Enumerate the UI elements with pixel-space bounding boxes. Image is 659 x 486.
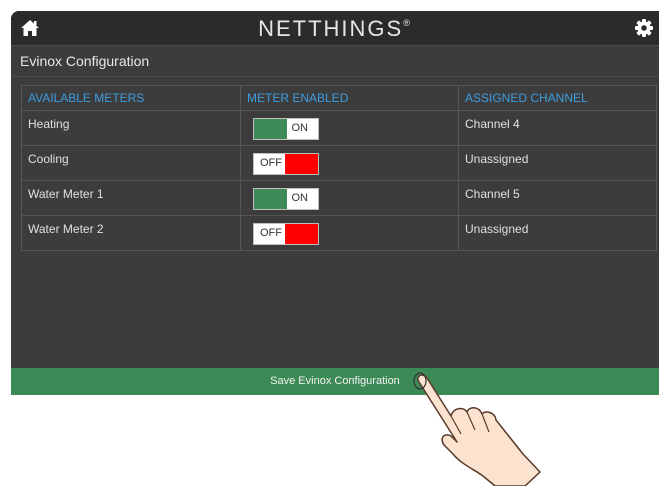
- meter-name: Heating: [21, 110, 241, 146]
- meters-table: AVAILABLE METERS METER ENABLED ASSIGNED …: [21, 85, 657, 251]
- toggle-label: ON: [291, 192, 309, 204]
- pointing-hand-icon: [413, 372, 541, 486]
- top-bar: NETTHINGS®: [11, 11, 659, 46]
- column-header-enabled: METER ENABLED: [240, 85, 459, 111]
- toggle-label: ON: [291, 122, 309, 134]
- meter-enabled-cell: OFF: [240, 145, 459, 181]
- toggle-label: OFF: [260, 157, 282, 169]
- meter-enabled-cell: ON: [240, 110, 459, 146]
- table-header-row: AVAILABLE METERS METER ENABLED ASSIGNED …: [21, 85, 657, 111]
- assigned-channel[interactable]: Unassigned: [458, 215, 657, 251]
- meter-toggle[interactable]: OFF: [253, 153, 319, 175]
- column-header-channel: ASSIGNED CHANNEL: [458, 85, 657, 111]
- toggle-fill: [285, 154, 318, 174]
- assigned-channel[interactable]: Channel 4: [458, 110, 657, 146]
- meter-name: Water Meter 1: [21, 180, 241, 216]
- brand-logo: NETTHINGS®: [11, 16, 659, 42]
- table-row: Water Meter 2 OFF Unassigned: [21, 215, 657, 251]
- gear-icon[interactable]: [633, 17, 655, 39]
- save-configuration-button[interactable]: Save Evinox Configuration: [11, 368, 659, 395]
- meter-name: Cooling: [21, 145, 241, 181]
- section-title: Evinox Configuration: [11, 46, 659, 77]
- table-row: Water Meter 1 ON Channel 5: [21, 180, 657, 216]
- assigned-channel[interactable]: Unassigned: [458, 145, 657, 181]
- meter-enabled-cell: ON: [240, 180, 459, 216]
- meter-toggle[interactable]: OFF: [253, 223, 319, 245]
- toggle-fill: [254, 119, 287, 139]
- toggle-fill: [254, 189, 287, 209]
- toggle-label: OFF: [260, 227, 282, 239]
- table-row: Cooling OFF Unassigned: [21, 145, 657, 181]
- column-header-meters: AVAILABLE METERS: [21, 85, 241, 111]
- logo-text: NETTHINGS: [258, 16, 404, 41]
- table-row: Heating ON Channel 4: [21, 110, 657, 146]
- meter-name: Water Meter 2: [21, 215, 241, 251]
- meter-toggle[interactable]: ON: [253, 188, 319, 210]
- toggle-fill: [285, 224, 318, 244]
- registered-mark: ®: [403, 17, 412, 28]
- meter-enabled-cell: OFF: [240, 215, 459, 251]
- meter-toggle[interactable]: ON: [253, 118, 319, 140]
- assigned-channel[interactable]: Channel 5: [458, 180, 657, 216]
